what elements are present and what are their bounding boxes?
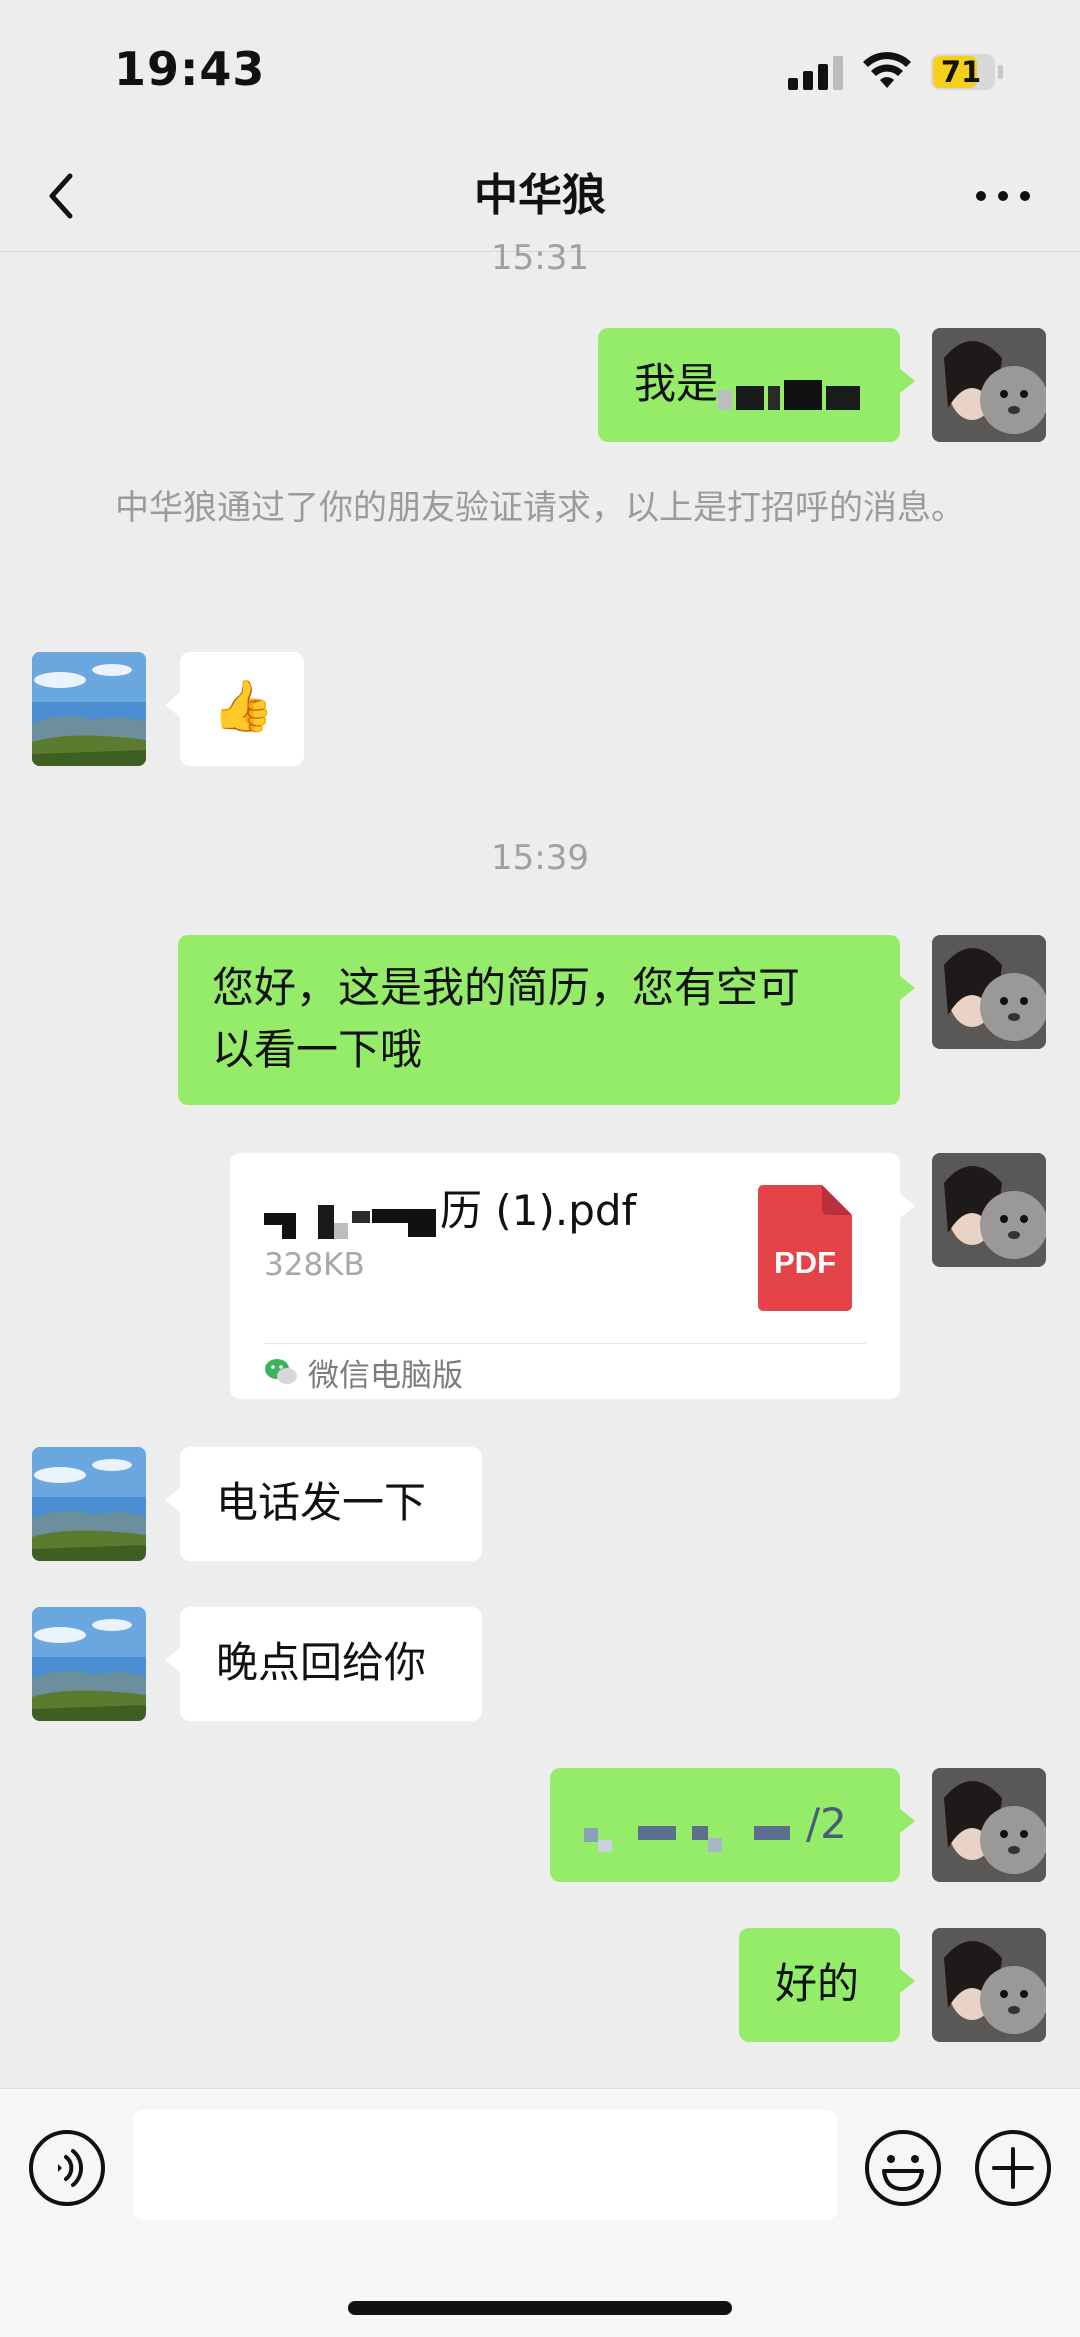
message-input[interactable] <box>133 2110 837 2220</box>
cellular-signal-icon <box>788 56 843 90</box>
incoming-message-bubble[interactable]: 电话发一下 <box>165 1447 482 1561</box>
message-text: 晚点回给你 <box>216 1638 427 1687</box>
message-text-line: 以看一下哦 <box>212 1025 423 1074</box>
file-source: 微信电脑版 <box>264 1351 463 1394</box>
my-avatar[interactable] <box>932 1153 1046 1267</box>
status-time: 19:43 <box>114 42 266 96</box>
plus-icon[interactable] <box>974 2129 1052 2207</box>
outgoing-message-bubble[interactable]: 好的 <box>739 1928 915 2042</box>
incoming-message-bubble[interactable]: 晚点回给你 <box>165 1607 482 1721</box>
message-text: 好的 <box>775 1959 860 2008</box>
redacted-mosaic <box>264 1197 440 1239</box>
my-avatar[interactable] <box>932 935 1046 1049</box>
wifi-icon <box>863 52 911 88</box>
outgoing-message-bubble[interactable]: /2 <box>550 1768 915 1882</box>
contact-avatar[interactable] <box>32 1447 146 1561</box>
contact-avatar[interactable] <box>32 1607 146 1721</box>
chat-title: 中华狼 <box>474 170 606 221</box>
emoji-icon[interactable] <box>864 2129 942 2207</box>
file-message-card[interactable]: 历 (1).pdf 328KB PDF 微信电脑版 <box>230 1153 915 1399</box>
my-avatar[interactable] <box>932 1928 1046 2042</box>
file-size: 328KB <box>264 1247 365 1283</box>
file-name-text: 历 (1).pdf <box>440 1186 637 1235</box>
ellipsis-icon[interactable] <box>974 186 1032 206</box>
system-notice: 中华狼通过了你的朋友验证请求，以上是打招呼的消息。 <box>115 488 965 528</box>
battery-level: 71 <box>940 55 982 89</box>
contact-avatar[interactable] <box>32 652 146 766</box>
redacted-mosaic <box>718 370 866 410</box>
message-text-line: 您好，这是我的简历，您有空可 <box>212 963 801 1012</box>
file-name: 历 (1).pdf <box>264 1181 636 1241</box>
thumbs-up-emoji: 👍 <box>212 677 275 735</box>
divider <box>264 1343 866 1344</box>
file-source-label: 微信电脑版 <box>308 1357 463 1394</box>
message-text: 电话发一下 <box>216 1478 427 1527</box>
message-text: 我是 <box>634 359 719 408</box>
pdf-type-label: PDF <box>774 1245 836 1280</box>
outgoing-message-bubble[interactable]: 您好，这是我的简历，您有空可 以看一下哦 <box>178 935 915 1105</box>
chat-header: 中华狼 <box>0 140 1080 252</box>
message-timestamp: 15:39 <box>491 838 589 878</box>
wechat-icon <box>265 1359 297 1384</box>
message-text: /2 <box>806 1799 847 1848</box>
outgoing-message-bubble[interactable]: 我是 <box>598 328 915 442</box>
my-avatar[interactable] <box>932 328 1046 442</box>
pdf-file-icon: PDF <box>758 1185 852 1311</box>
incoming-message-bubble[interactable]: 👍 <box>165 652 304 766</box>
status-bar: 19:43 71 <box>0 0 1080 140</box>
voice-icon[interactable] <box>28 2129 106 2207</box>
message-input-bar <box>0 2088 1080 2337</box>
message-timestamp: 15:31 <box>491 238 589 278</box>
home-indicator <box>348 2301 732 2315</box>
redacted-mosaic <box>584 1810 806 1852</box>
my-avatar[interactable] <box>932 1768 1046 1882</box>
